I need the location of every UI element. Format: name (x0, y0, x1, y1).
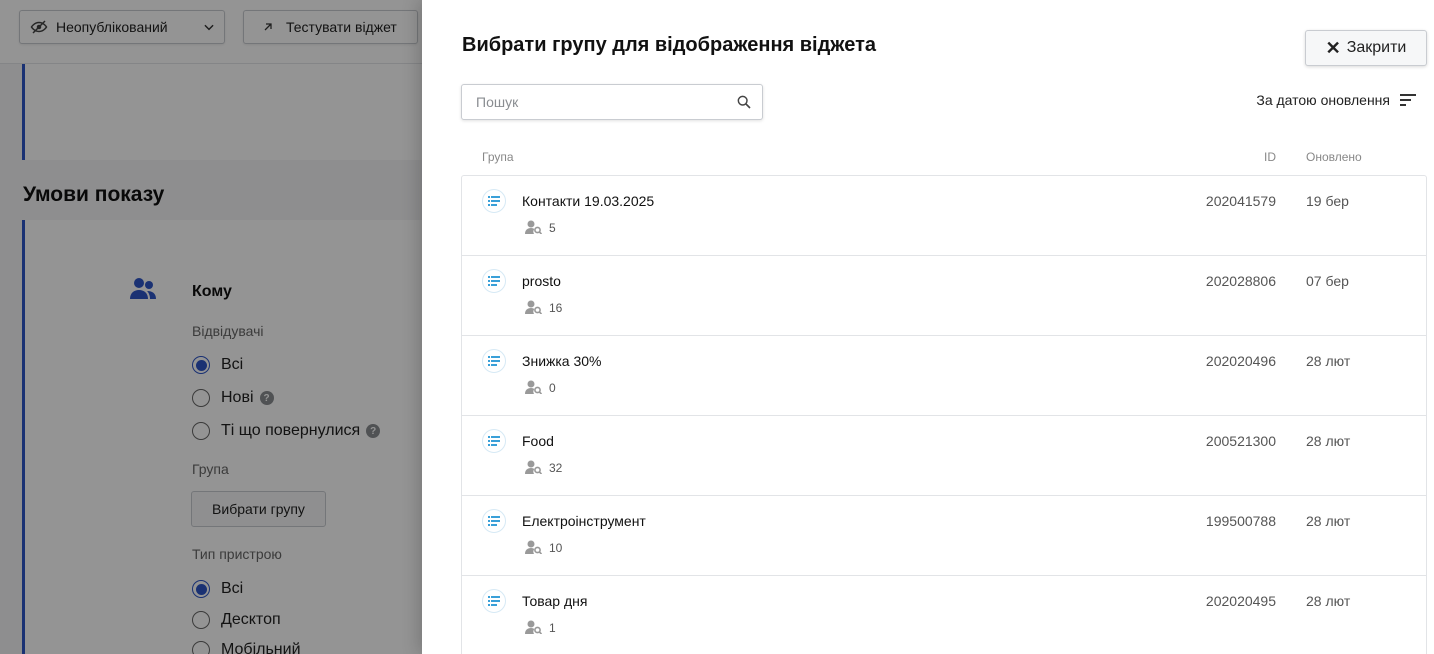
group-updated: 19 бер (1306, 193, 1349, 209)
contact-count: 0 (549, 381, 556, 395)
contact-count: 10 (549, 541, 563, 555)
group-row[interactable]: Товар дня 1 202020495 28 лют (462, 576, 1426, 654)
group-row[interactable]: Food 32 200521300 28 лют (462, 416, 1426, 496)
contact-count: 5 (549, 221, 556, 235)
contact-count: 32 (549, 461, 563, 475)
list-icon (482, 189, 506, 213)
group-updated: 28 лют (1306, 593, 1351, 609)
search-box (461, 84, 763, 120)
list-icon (482, 349, 506, 373)
search-icon[interactable] (736, 94, 752, 110)
group-updated: 28 лют (1306, 513, 1351, 529)
group-id: 199500788 (1205, 513, 1276, 529)
group-name: Знижка 30% (522, 353, 602, 369)
user-search-icon (525, 220, 542, 234)
user-search-icon (525, 460, 542, 474)
user-search-icon (525, 380, 542, 394)
group-id: 202020496 (1205, 353, 1276, 369)
list-icon (482, 589, 506, 613)
list-icon (482, 429, 506, 453)
sort-icon (1400, 94, 1416, 106)
close-button[interactable]: ✕ Закрити (1305, 30, 1427, 66)
group-name: prosto (522, 273, 561, 289)
list-icon (482, 269, 506, 293)
user-search-icon (525, 300, 542, 314)
group-id: 202041579 (1205, 193, 1276, 209)
column-header-updated: Оновлено (1306, 150, 1362, 164)
group-row[interactable]: prosto 16 202028806 07 бер (462, 256, 1426, 336)
contact-count: 1 (549, 621, 556, 635)
group-id: 202028806 (1205, 273, 1276, 289)
list-icon (482, 509, 506, 533)
sort-control[interactable]: За датою оновлення (1256, 92, 1416, 108)
group-name: Контакти 19.03.2025 (522, 193, 655, 209)
column-header-id: ID (1264, 150, 1276, 164)
group-name: Електроінструмент (522, 513, 646, 529)
group-row[interactable]: Знижка 30% 0 202020496 28 лют (462, 336, 1426, 416)
group-row[interactable]: Контакти 19.03.2025 5 202041579 19 бер (462, 176, 1426, 256)
group-id: 202020495 (1205, 593, 1276, 609)
user-search-icon (525, 540, 542, 554)
group-updated: 28 лют (1306, 353, 1351, 369)
sort-label: За датою оновлення (1256, 92, 1390, 108)
close-icon: ✕ (1325, 38, 1341, 58)
select-group-drawer: Вибрати групу для відображення віджета ✕… (422, 0, 1434, 654)
drawer-title: Вибрати групу для відображення віджета (462, 34, 876, 56)
group-updated: 28 лют (1306, 433, 1351, 449)
group-name: Food (522, 433, 554, 449)
group-updated: 07 бер (1306, 273, 1349, 289)
search-input[interactable] (462, 85, 717, 119)
close-label: Закрити (1346, 39, 1407, 56)
user-search-icon (525, 620, 542, 634)
column-header-group: Група (482, 150, 514, 164)
group-name: Товар дня (522, 593, 588, 609)
group-id: 200521300 (1205, 433, 1276, 449)
group-list: Контакти 19.03.2025 5 202041579 19 бер p… (461, 175, 1427, 654)
group-row[interactable]: Електроінструмент 10 199500788 28 лют (462, 496, 1426, 576)
contact-count: 16 (549, 301, 563, 315)
